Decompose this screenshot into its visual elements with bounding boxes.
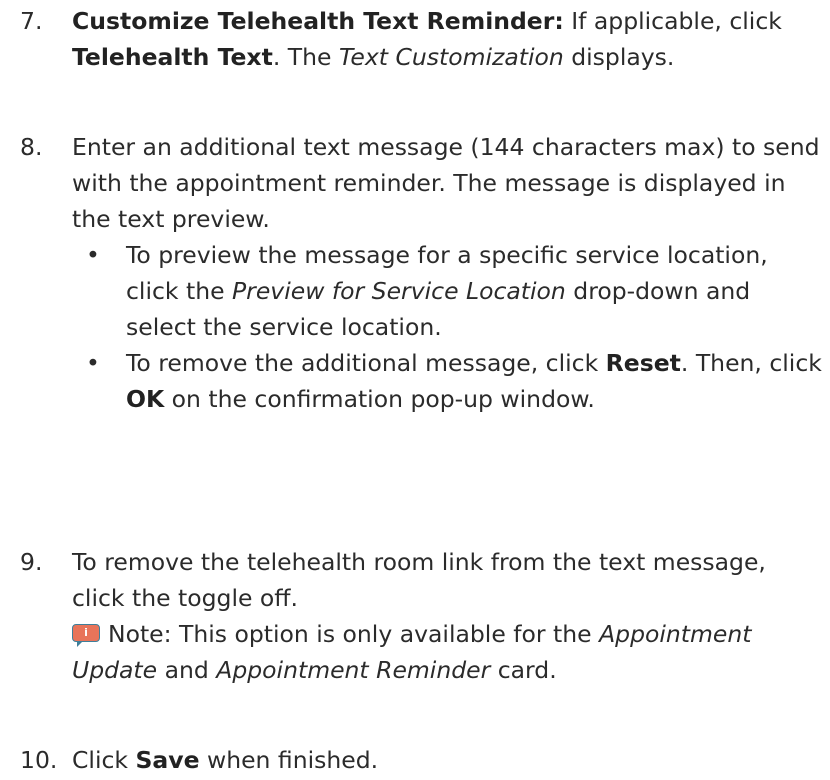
screen-name-ref: Text Customization	[338, 43, 564, 71]
telehealth-text-button-ref: Telehealth Text	[72, 43, 273, 71]
step-number: 9.	[20, 548, 43, 576]
info-note-icon: i	[72, 624, 102, 647]
ok-button-ref: OK	[126, 385, 165, 413]
step-9-paragraph: To remove the telehealth room link from …	[72, 548, 766, 612]
step-number: 10.	[20, 746, 58, 774]
instructions-page: 7. Customize Telehealth Text Reminder: I…	[0, 0, 830, 780]
step-number: 7.	[20, 7, 43, 35]
step-10: 10. Click Save when finished.	[20, 742, 822, 778]
step-8-bullet-list: • To preview the message for a specific s…	[72, 237, 822, 417]
bullet-glyph: •	[86, 349, 100, 377]
list-item: • To preview the message for a specific s…	[72, 237, 822, 345]
step-8-paragraph: Enter an additional text message (144 ch…	[72, 133, 820, 233]
dropdown-name-ref: Preview for Service Location	[232, 277, 566, 305]
step-9: 9. To remove the telehealth room link fr…	[20, 544, 822, 688]
reset-button-ref: Reset	[605, 349, 681, 377]
step-title: Customize Telehealth Text Reminder:	[72, 7, 564, 35]
step-7-text: Customize Telehealth Text Reminder: If a…	[72, 7, 782, 71]
step-7: 7. Customize Telehealth Text Reminder: I…	[20, 3, 822, 75]
step-8: 8. Enter an additional text message (144…	[20, 129, 822, 417]
step-10-text: Click Save when finished.	[72, 746, 379, 774]
note: i Note: This option is only available for…	[72, 620, 752, 684]
list-item: • To remove the additional message, click…	[72, 345, 822, 417]
step-9-text: To remove the telehealth room link from …	[72, 544, 822, 688]
step-number: 8.	[20, 133, 43, 161]
bullet-glyph: •	[86, 241, 100, 269]
step-8-text: Enter an additional text message (144 ch…	[72, 129, 822, 417]
save-button-ref: Save	[135, 746, 200, 774]
